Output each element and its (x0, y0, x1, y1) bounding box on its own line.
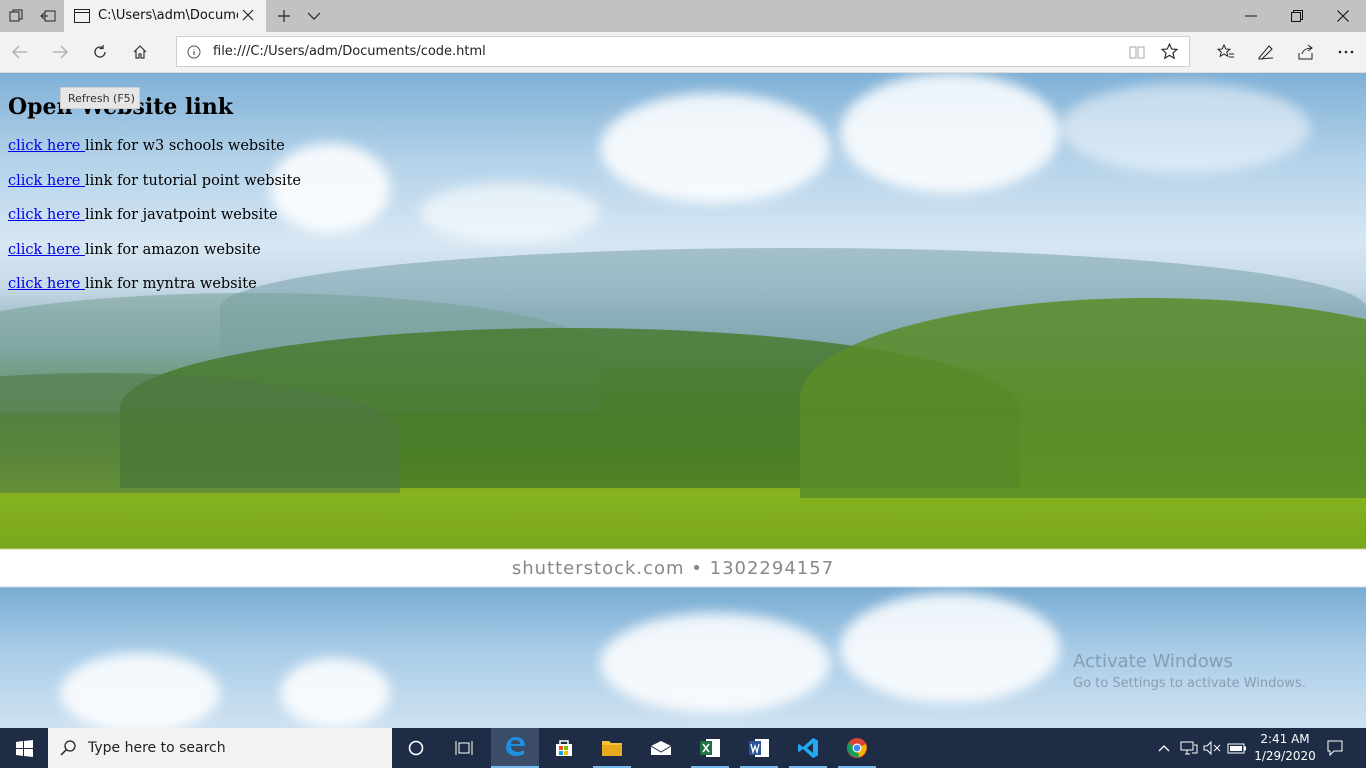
tab-strip: C:\Users\adm\Documer (0, 0, 1366, 32)
page-heading: Open Website link (8, 94, 234, 120)
search-icon (60, 740, 76, 760)
chrome-icon[interactable] (833, 728, 881, 768)
activate-windows-notice: Activate Windows Go to Settings to activ… (1073, 651, 1306, 691)
link-row: click here link for myntra website (8, 276, 301, 311)
click-here-link[interactable]: click here (8, 276, 85, 292)
clock[interactable]: 2:41 AM 1/29/2020 (1254, 731, 1316, 765)
word-icon[interactable] (735, 728, 783, 768)
minimize-button[interactable] (1228, 0, 1274, 32)
vs-code-icon[interactable] (784, 728, 832, 768)
link-row: click here link for w3 schools website (8, 138, 301, 173)
stock-watermark: shutterstock.com • 1302294157 (0, 550, 1366, 586)
taskbar-search-box[interactable]: Type here to search (48, 728, 392, 768)
taskbar: Type here to search 2:41 AM 1/29/2020 (0, 728, 1366, 768)
tab-preview-chevron-icon[interactable] (300, 0, 328, 32)
more-menu-icon[interactable] (1326, 32, 1366, 72)
activate-subtitle: Go to Settings to activate Windows. (1073, 676, 1306, 691)
task-view-icon[interactable] (440, 728, 488, 768)
network-icon[interactable] (1178, 728, 1200, 768)
link-row: click here link for javatpoint website (8, 207, 301, 242)
mail-icon[interactable] (637, 728, 685, 768)
restore-button[interactable] (1274, 0, 1320, 32)
clock-time: 2:41 AM (1260, 732, 1310, 746)
close-window-button[interactable] (1320, 0, 1366, 32)
back-button[interactable] (0, 32, 40, 72)
add-notes-icon[interactable] (1246, 32, 1286, 72)
click-here-link[interactable]: click here (8, 242, 85, 258)
excel-icon[interactable] (686, 728, 734, 768)
share-icon[interactable] (1286, 32, 1326, 72)
page-icon (74, 9, 90, 27)
favorite-star-icon[interactable] (1160, 42, 1179, 64)
link-row: click here link for tutorial point websi… (8, 173, 301, 208)
battery-icon[interactable] (1225, 728, 1249, 768)
home-button[interactable] (120, 32, 160, 72)
link-description: link for amazon website (84, 241, 261, 258)
refresh-tooltip: Refresh (F5) (60, 87, 140, 109)
clock-date: 1/29/2020 (1254, 749, 1316, 763)
refresh-button[interactable] (80, 32, 120, 72)
new-tab-button[interactable] (270, 0, 298, 32)
show-hidden-icons-chevron-icon[interactable] (1154, 728, 1174, 768)
start-button[interactable] (0, 728, 48, 768)
click-here-link[interactable]: click here (8, 173, 85, 189)
link-row: click here link for amazon website (8, 242, 301, 277)
info-icon[interactable] (187, 45, 201, 63)
address-toolbar: file:///C:/Users/adm/Documents/code.html (0, 32, 1366, 73)
activate-title: Activate Windows (1073, 651, 1233, 672)
address-bar[interactable]: file:///C:/Users/adm/Documents/code.html (176, 36, 1190, 67)
link-description: link for tutorial point website (84, 172, 301, 189)
page-content: Open Website link click here link for w3… (8, 94, 301, 311)
tab-manager-icon[interactable] (0, 0, 32, 32)
forward-button[interactable] (40, 32, 80, 72)
url-text[interactable]: file:///C:/Users/adm/Documents/code.html (213, 44, 486, 59)
cortana-icon[interactable] (392, 728, 440, 768)
reading-view-icon[interactable] (1129, 44, 1145, 64)
browser-tab[interactable]: C:\Users\adm\Documer (64, 0, 266, 32)
web-page: shutterstock.com • 1302294157 Open Websi… (0, 73, 1366, 728)
close-tab-icon[interactable] (242, 9, 254, 25)
file-explorer-icon[interactable] (588, 728, 636, 768)
link-description: link for w3 schools website (84, 138, 285, 154)
link-description: link for myntra website (84, 276, 257, 292)
search-placeholder: Type here to search (88, 740, 226, 756)
action-center-icon[interactable] (1318, 728, 1352, 768)
edge-browser-icon[interactable] (491, 728, 539, 768)
tab-title: C:\Users\adm\Documer (98, 8, 238, 23)
set-aside-tabs-icon[interactable] (32, 0, 64, 32)
link-description: link for javatpoint website (84, 207, 278, 223)
microsoft-store-icon[interactable] (540, 728, 588, 768)
favorites-hub-icon[interactable] (1206, 32, 1246, 72)
volume-muted-icon[interactable] (1201, 728, 1223, 768)
click-here-link[interactable]: click here (8, 207, 85, 223)
watermark-text: shutterstock.com • 1302294157 (511, 557, 835, 579)
click-here-link[interactable]: click here (8, 138, 85, 154)
